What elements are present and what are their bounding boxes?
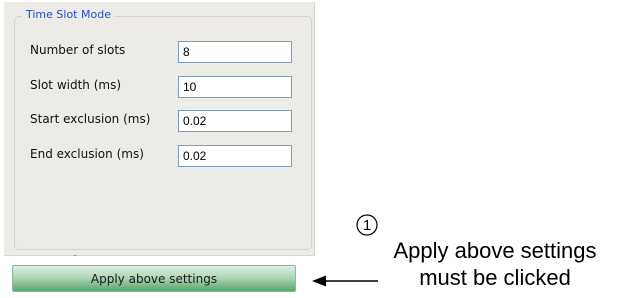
callout-line-1: Apply above settings <box>393 238 597 263</box>
end-exclusion-label: End exclusion (ms) <box>30 147 144 161</box>
callout-line-2: must be clicked <box>419 265 571 290</box>
apply-settings-button[interactable]: Apply above settings <box>12 265 296 292</box>
slot-width-input[interactable] <box>178 76 292 98</box>
slot-width-label: Slot width (ms) <box>30 78 122 92</box>
settings-panel: Time Slot Mode Number of slots Slot widt… <box>4 2 315 256</box>
divider-mark <box>74 255 76 256</box>
end-exclusion-input[interactable] <box>178 145 292 167</box>
number-of-slots-label: Number of slots <box>30 43 126 57</box>
arrow-left-icon <box>312 275 378 287</box>
number-of-slots-input[interactable] <box>178 41 292 63</box>
start-exclusion-input[interactable] <box>178 110 292 132</box>
callout-note: Apply above settings must be clicked <box>372 237 618 291</box>
apply-settings-label: Apply above settings <box>90 271 218 286</box>
group-title: Time Slot Mode <box>22 8 115 22</box>
start-exclusion-label: Start exclusion (ms) <box>30 112 151 126</box>
callout-number: 1 <box>363 217 371 234</box>
callout-number-badge: 1 <box>356 214 378 236</box>
